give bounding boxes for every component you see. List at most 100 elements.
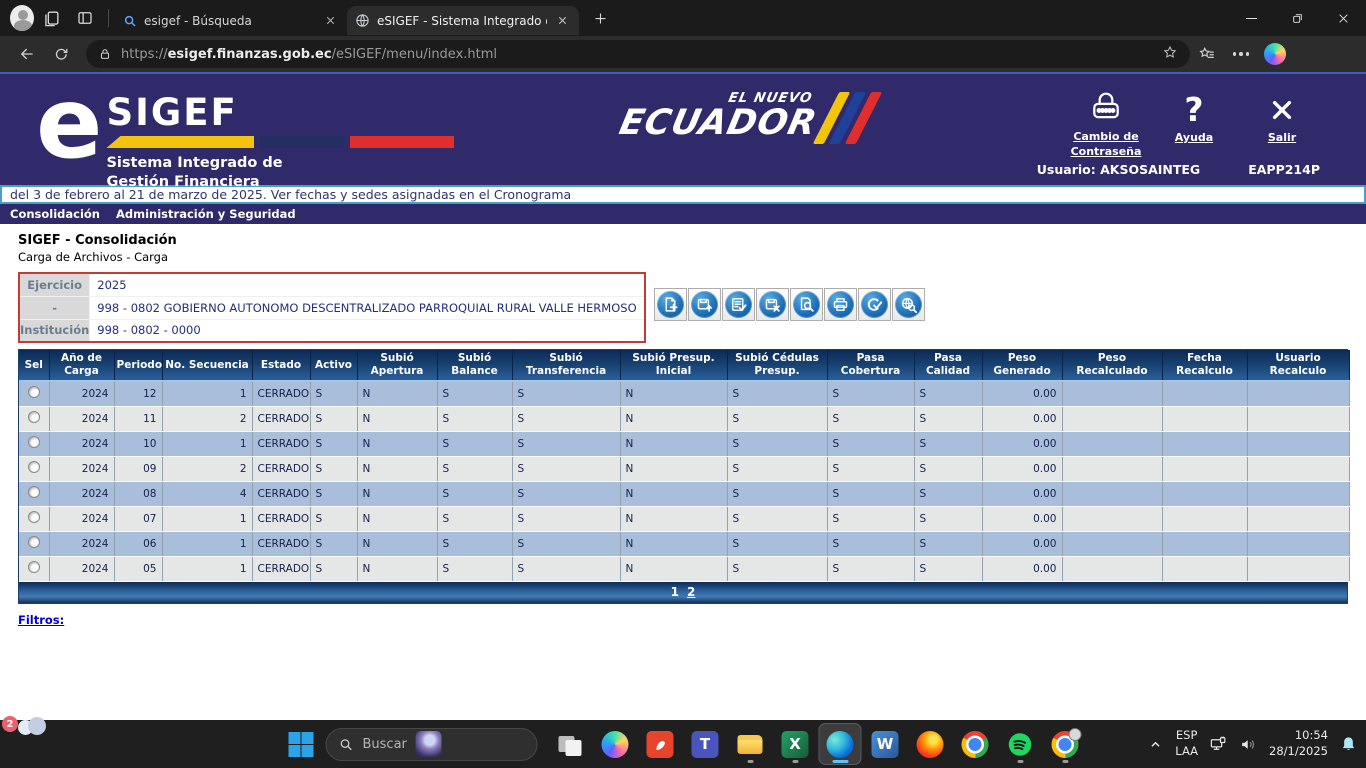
cell [1162, 406, 1247, 431]
workspaces-icon[interactable] [34, 3, 68, 33]
lock-icon [98, 47, 112, 61]
search-button[interactable] [892, 288, 925, 321]
print-button[interactable] [824, 288, 857, 321]
new-tab-button[interactable] [585, 4, 615, 32]
copilot-taskbar-icon[interactable] [595, 724, 636, 764]
page-link-2[interactable]: 2 [687, 585, 695, 599]
tab-actions-icon[interactable] [68, 3, 102, 33]
favorites-bar-icon[interactable] [1190, 39, 1224, 69]
cell: 10 [114, 431, 162, 456]
close-button[interactable] [1320, 0, 1366, 36]
cell: 1 [162, 431, 252, 456]
excel-taskbar-icon[interactable]: X [775, 724, 816, 764]
delete-button[interactable] [756, 288, 789, 321]
minimize-button[interactable] [1228, 0, 1274, 36]
results-grid: SelAño de CargaPeriodoNo. SecuenciaEstad… [18, 349, 1348, 604]
column-header: Subió Transferencia [512, 350, 620, 381]
tab-close-icon[interactable] [322, 12, 339, 29]
favorite-star-icon[interactable] [1162, 44, 1178, 64]
word-taskbar-icon[interactable]: W [865, 724, 906, 764]
file-explorer-taskbar-icon[interactable] [730, 724, 771, 764]
refresh-button[interactable] [44, 39, 78, 69]
cell: S [512, 406, 620, 431]
cell [1247, 381, 1349, 406]
network-icon[interactable] [1209, 735, 1228, 754]
language-indicator[interactable]: ESP LAA [1175, 728, 1198, 759]
cell: S [827, 506, 914, 531]
cell: N [357, 556, 437, 581]
cell: S [310, 556, 357, 581]
logo-subtitle: Sistema Integrado de Gestión Financiera [106, 154, 454, 192]
cell: 2024 [49, 556, 114, 581]
cell: 2 [162, 406, 252, 431]
spotify-taskbar-icon[interactable] [1000, 724, 1041, 764]
menu-item-consolidaci-n[interactable]: Consolidación [10, 207, 100, 221]
cell: N [620, 506, 727, 531]
logout-link[interactable]: Salir [1238, 84, 1326, 160]
preview-button[interactable] [790, 288, 823, 321]
cell: S [437, 556, 512, 581]
taskbar-search[interactable]: Buscar [326, 728, 538, 761]
row-select-radio[interactable] [28, 561, 40, 573]
cell: S [310, 406, 357, 431]
back-button[interactable] [10, 39, 44, 69]
menu-item-administraci-n-y-seguridad[interactable]: Administración y Seguridad [116, 207, 296, 221]
restore-button[interactable] [1274, 0, 1320, 36]
notification-bell-icon[interactable] [1339, 735, 1358, 754]
row-select-radio[interactable] [28, 386, 40, 398]
chrome-taskbar-icon[interactable] [955, 724, 996, 764]
cell: S [512, 381, 620, 406]
column-header: Peso Generado [982, 350, 1062, 381]
tab-esigef-busqueda[interactable]: esigef - Búsqueda [115, 6, 347, 35]
chrome-profile-taskbar-icon[interactable] [1045, 724, 1086, 764]
cell: 1 [162, 556, 252, 581]
change-password-link[interactable]: Cambio de Contraseña [1062, 84, 1150, 160]
address-bar[interactable]: https://esigef.finanzas.gob.ec/eSIGEF/me… [86, 40, 1190, 68]
edge-taskbar-icon[interactable] [820, 724, 861, 764]
system-tray: ESP LAA 10:54 28/1/2025 [1147, 720, 1358, 768]
chevron-up-icon[interactable] [1147, 736, 1164, 753]
globe-favicon-icon [355, 13, 370, 28]
tab-esigef-sistema[interactable]: eSIGEF - Sistema Integrado de Ge [347, 6, 579, 35]
session-terminal: EAPP214P [1248, 162, 1320, 177]
cell [1247, 456, 1349, 481]
more-menu-icon[interactable] [1224, 39, 1258, 69]
upload-file-button[interactable] [688, 288, 721, 321]
cell: N [357, 456, 437, 481]
approve-button[interactable] [858, 288, 891, 321]
tab-close-icon[interactable] [554, 12, 571, 29]
cell: N [620, 381, 727, 406]
volume-icon[interactable] [1239, 735, 1258, 754]
firefox-taskbar-icon[interactable] [910, 724, 951, 764]
help-link[interactable]: ? Ayuda [1150, 84, 1238, 160]
cell: N [357, 506, 437, 531]
row-select-radio[interactable] [28, 436, 40, 448]
cell [1162, 481, 1247, 506]
column-header: Subió Presup. Inicial [620, 350, 727, 381]
printer-icon [827, 291, 854, 318]
task-view-taskbar-icon[interactable] [550, 724, 591, 764]
row-select-radio[interactable] [28, 411, 40, 423]
row-select-radio[interactable] [28, 536, 40, 548]
row-select-radio[interactable] [28, 511, 40, 523]
pdf-app-taskbar-icon[interactable] [640, 724, 681, 764]
teams-taskbar-icon[interactable]: T [685, 724, 726, 764]
select-cell [19, 406, 49, 431]
copilot-icon[interactable] [1258, 39, 1292, 69]
row-select-radio[interactable] [28, 486, 40, 498]
action-toolbar [654, 288, 926, 321]
column-header: Pasa Cobertura [827, 350, 914, 381]
cell: 0.00 [982, 431, 1062, 456]
row-select-radio[interactable] [28, 461, 40, 473]
start-button[interactable] [281, 724, 322, 764]
column-header: Fecha Recalculo [1162, 350, 1247, 381]
clock[interactable]: 10:54 28/1/2025 [1269, 728, 1328, 759]
profile-avatar[interactable] [0, 3, 34, 33]
search-placeholder: Buscar [363, 737, 407, 752]
new-record-button[interactable] [654, 288, 687, 321]
session-info: Usuario: AKSOSAINTEG EAPP214P [1037, 162, 1320, 177]
cell: S [727, 381, 827, 406]
filters-link[interactable]: Filtros: [18, 613, 64, 627]
form-field-label: Ejercicio [19, 273, 90, 296]
validate-button[interactable] [722, 288, 755, 321]
